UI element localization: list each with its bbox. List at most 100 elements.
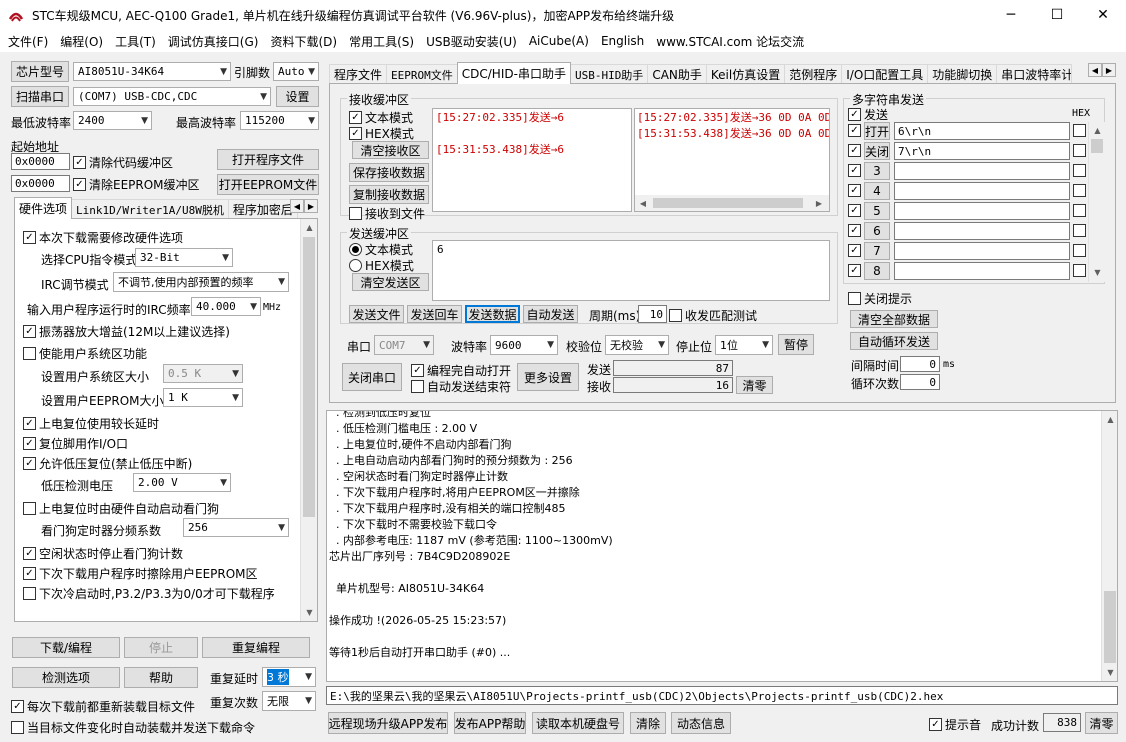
menu-usb-driver[interactable]: USB驱动安装(U) — [420, 33, 523, 50]
chip-model-button[interactable]: 芯片型号 — [11, 61, 69, 82]
send-data-button[interactable]: 发送数据 — [465, 305, 520, 323]
copy-receive-button[interactable]: 复制接收数据 — [349, 185, 429, 204]
menu-common-tools[interactable]: 常用工具(S) — [343, 33, 420, 50]
row-enable-checkbox[interactable]: ✓ — [848, 244, 864, 257]
menu-tools[interactable]: 工具(T) — [109, 33, 162, 50]
row-text-input[interactable]: 7\r\n — [894, 142, 1070, 160]
tab-link1d[interactable]: Link1D/Writer1A/U8W脱机 — [71, 199, 229, 219]
row-hex-checkbox[interactable] — [1073, 144, 1089, 157]
clear-counters-button[interactable]: 清零 — [736, 376, 773, 394]
tab-pin-switch[interactable]: 功能脚切换 — [927, 64, 998, 84]
tab-baud-calc[interactable]: 串口波特率计 — [996, 64, 1073, 84]
maximize-button[interactable]: ☐ — [1034, 0, 1080, 30]
eeprom-size-select[interactable]: 1 K ▼ — [163, 388, 243, 407]
clear-receive-button[interactable]: 清空接收区 — [352, 141, 429, 159]
row-text-input[interactable] — [894, 242, 1070, 260]
save-receive-button[interactable]: 保存接收数据 — [349, 163, 429, 182]
send-text-area[interactable]: 6 — [432, 240, 830, 301]
row-send-button[interactable]: 8 — [864, 262, 890, 280]
loop-count-input[interactable]: 0 — [900, 374, 940, 390]
receive-hex-mode-checkbox[interactable]: ✓ HEX模式 — [349, 125, 414, 142]
clear-log-button[interactable]: 清除 — [630, 712, 666, 734]
max-baud-select[interactable]: 115200 ▼ — [240, 111, 319, 130]
row-hex-checkbox[interactable] — [1073, 164, 1089, 177]
row-enable-checkbox[interactable]: ✓ — [848, 264, 864, 277]
irc-mode-select[interactable]: 不调节,使用内部预置的频率 ▼ — [113, 272, 289, 292]
open-eeprom-file-button[interactable]: 打开EEPROM文件 — [217, 174, 319, 195]
tab-eeprom-file[interactable]: EEPROM文件 — [386, 64, 458, 84]
more-settings-button[interactable]: 更多设置 — [517, 363, 579, 391]
receive-text-mode-checkbox[interactable]: ✓ 文本模式 — [349, 109, 413, 126]
power-on-delay-checkbox[interactable]: ✓ 上电复位使用较长延时 — [23, 415, 159, 432]
auto-send-on-change-checkbox[interactable]: 当目标文件变化时自动装载并发送下载命令 — [11, 719, 255, 736]
publish-help-button[interactable]: 发布APP帮助 — [454, 712, 526, 734]
system-area-size-select[interactable]: 0.5 K ▼ — [163, 364, 243, 383]
send-text-mode-radio[interactable]: 文本模式 — [349, 241, 413, 258]
tab-usb-hid[interactable]: USB-HID助手 — [569, 64, 649, 84]
horizontal-scrollbar[interactable]: ◀ ▶ — [635, 195, 829, 211]
repeat-delay-select[interactable]: 3 秒 ▼ — [262, 667, 316, 687]
idle-stop-watchdog-checkbox[interactable]: ✓ 空闲状态时停止看门狗计数 — [23, 545, 183, 562]
stop-bit-select[interactable]: 1位 ▼ — [715, 335, 773, 355]
tab-encryption[interactable]: 程序加密后 — [227, 199, 298, 219]
row-hex-checkbox[interactable] — [1073, 204, 1089, 217]
row-send-button[interactable]: 6 — [864, 222, 890, 240]
close-tip-checkbox[interactable]: 关闭提示 — [848, 290, 912, 307]
match-test-checkbox[interactable]: 收发匹配测试 — [669, 307, 757, 324]
scrollbar-thumb[interactable] — [303, 237, 315, 517]
options-scrollbar[interactable]: ▲ ▼ — [300, 219, 317, 621]
scroll-up-icon[interactable]: ▲ — [301, 219, 318, 236]
receive-to-file-checkbox[interactable]: 接收到文件 — [349, 205, 425, 222]
row-enable-checkbox[interactable]: ✓ — [848, 184, 864, 197]
oscillator-gain-checkbox[interactable]: ✓ 振荡器放大增益(12M以上建议选择) — [23, 323, 230, 340]
menu-program[interactable]: 编程(O) — [54, 33, 109, 50]
row-enable-checkbox[interactable]: ✓ — [848, 204, 864, 217]
clear-all-data-button[interactable]: 清空全部数据 — [850, 310, 938, 328]
row-enable-checkbox[interactable]: ✓ — [848, 124, 864, 137]
row-text-input[interactable] — [894, 262, 1070, 280]
menu-file[interactable]: 文件(F) — [0, 33, 54, 50]
parity-select[interactable]: 无校验 ▼ — [605, 335, 669, 355]
tab-scroll-right-icon[interactable]: ▶ — [304, 199, 318, 213]
port-settings-button[interactable]: 设置 — [276, 86, 319, 107]
baud-rate-select[interactable]: 9600 ▼ — [490, 335, 558, 355]
user-system-area-checkbox[interactable]: 使能用户系统区功能 — [23, 345, 147, 362]
interval-input[interactable]: 0 — [900, 356, 940, 372]
right-tab-scroll-right-icon[interactable]: ▶ — [1102, 63, 1116, 77]
menu-aicube[interactable]: AiCube(A) — [523, 34, 595, 48]
scroll-down-icon[interactable]: ▼ — [301, 604, 318, 621]
multi-string-scrollbar[interactable]: ▲ ▼ — [1088, 122, 1105, 282]
row-hex-checkbox[interactable] — [1073, 184, 1089, 197]
scroll-down-icon[interactable]: ▼ — [1102, 664, 1117, 681]
row-send-button[interactable]: 打开 — [864, 122, 890, 140]
lvd-voltage-select[interactable]: 2.00 V ▼ — [133, 473, 231, 492]
auto-open-checkbox[interactable]: ✓ 编程完自动打开 — [411, 362, 511, 379]
clear-code-checkbox[interactable]: ✓ 清除代码缓冲区 — [73, 154, 173, 171]
irc-frequency-select[interactable]: 40.000 ▼ — [191, 297, 261, 316]
tab-program-file[interactable]: 程序文件 — [329, 64, 388, 84]
close-button[interactable]: ✕ — [1080, 0, 1126, 30]
scroll-up-icon[interactable]: ▲ — [1102, 411, 1117, 428]
row-text-input[interactable]: 6\r\n — [894, 122, 1070, 140]
multi-send-checkbox[interactable]: ✓ 发送 — [848, 106, 888, 123]
scan-port-button[interactable]: 扫描串口 — [11, 86, 69, 107]
reset-pin-io-checkbox[interactable]: ✓ 复位脚用作I/O口 — [23, 435, 128, 452]
row-text-input[interactable] — [894, 202, 1070, 220]
scrollbar-thumb[interactable] — [1091, 139, 1103, 153]
row-enable-checkbox[interactable]: ✓ — [848, 164, 864, 177]
scroll-up-icon[interactable]: ▲ — [1089, 122, 1106, 139]
scrollbar-thumb[interactable] — [653, 198, 803, 208]
row-enable-checkbox[interactable]: ✓ — [848, 144, 864, 157]
file-path-field[interactable]: E:\我的坚果云\我的坚果云\AI8051U\Projects-printf_u… — [326, 686, 1118, 705]
watchdog-divider-select[interactable]: 256 ▼ — [183, 518, 289, 537]
tab-scroll-left-icon[interactable]: ◀ — [290, 199, 304, 213]
cold-boot-checkbox[interactable]: 下次冷启动时,P3.2/P3.3为0/0才可下载程序 — [23, 585, 275, 602]
tab-io-config[interactable]: I/O口配置工具 — [841, 64, 929, 84]
row-send-button[interactable]: 3 — [864, 162, 890, 180]
dynamic-info-button[interactable]: 动态信息 — [671, 712, 731, 734]
clear-send-button[interactable]: 清空发送区 — [352, 273, 429, 291]
low-voltage-reset-checkbox[interactable]: ✓ 允许低压复位(禁止低压中断) — [23, 455, 192, 472]
chip-model-select[interactable]: AI8051U-34K64 ▼ — [73, 62, 231, 81]
scroll-down-icon[interactable]: ▼ — [1089, 264, 1106, 281]
port-select[interactable]: (COM7) USB-CDC,CDC ▼ — [73, 87, 271, 106]
